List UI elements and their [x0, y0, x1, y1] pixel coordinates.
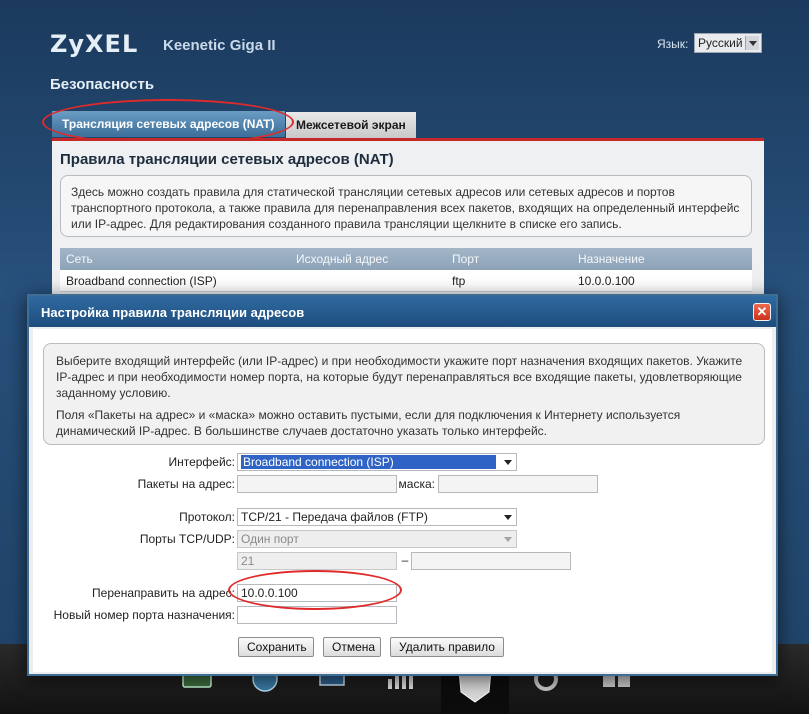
ports-label: Порты TCP/UDP: [139, 532, 235, 546]
interface-select[interactable]: Broadband connection (ISP) [237, 453, 517, 471]
chevron-down-icon [500, 531, 516, 547]
packets-label: Пакеты на адрес: [137, 477, 235, 491]
chevron-down-icon [500, 454, 516, 470]
cell-network: Broadband connection (ISP) [66, 274, 217, 288]
redirect-label: Перенаправить на адрес: [92, 586, 235, 600]
protocol-value: TCP/21 - Передача файлов (FTP) [241, 510, 428, 524]
save-button[interactable]: Сохранить [238, 637, 314, 657]
nat-panel-description: Здесь можно создать правила для статичес… [60, 175, 752, 237]
cell-destination: 10.0.0.100 [578, 274, 635, 288]
redirect-highlight [228, 570, 402, 610]
protocol-label: Протокол: [179, 510, 235, 524]
dialog-title: Настройка правила трансляции адресов [41, 305, 305, 320]
ports-select[interactable]: Один порт [237, 530, 517, 548]
zyxel-logo: ZyXEL [50, 30, 139, 58]
nat-rule-dialog: Настройка правила трансляции адресов ✕ В… [27, 294, 778, 676]
packets-address-input[interactable] [237, 475, 397, 493]
interface-value: Broadband connection (ISP) [241, 455, 496, 469]
mask-input[interactable] [438, 475, 598, 493]
info-paragraph-2: Поля «Пакеты на адрес» и «маска» можно о… [56, 408, 681, 438]
chevron-down-icon [500, 509, 516, 525]
ports-value: Один порт [241, 532, 299, 546]
dialog-body: Выберите входящий интерфейс (или IP-адре… [33, 329, 772, 672]
delete-rule-button[interactable]: Удалить правило [390, 637, 504, 657]
column-port: Порт [452, 252, 480, 266]
tab-firewall[interactable]: Межсетевой экран [286, 112, 416, 138]
close-icon[interactable]: ✕ [753, 303, 771, 321]
page-title: Безопасность [50, 76, 155, 93]
language-value: Русский [698, 36, 743, 50]
cell-port: ftp [452, 274, 466, 288]
mask-label: маска: [398, 477, 435, 491]
language-select[interactable]: Русский [694, 33, 762, 53]
port-range-dash: – [401, 553, 409, 567]
chevron-down-icon [745, 36, 759, 50]
column-source: Исходный адрес [296, 252, 389, 266]
nat-panel-title: Правила трансляции сетевых адресов (NAT) [60, 151, 394, 168]
dialog-info-box: Выберите входящий интерфейс (или IP-адре… [43, 343, 765, 445]
port-from-input[interactable]: 21 [237, 552, 397, 570]
info-paragraph-1: Выберите входящий интерфейс (или IP-адре… [56, 354, 743, 400]
protocol-select[interactable]: TCP/21 - Передача файлов (FTP) [237, 508, 517, 526]
cancel-button[interactable]: Отмена [323, 637, 381, 657]
column-network: Сеть [66, 252, 93, 266]
new-port-label: Новый номер порта назначения: [53, 608, 235, 622]
language-label: Язык: [657, 37, 689, 51]
table-row[interactable]: Broadband connection (ISP) ftp 10.0.0.10… [60, 270, 752, 292]
nat-table-header: Сеть Исходный адрес Порт Назначение [60, 248, 752, 270]
interface-label: Интерфейс: [168, 455, 235, 469]
port-to-input[interactable] [411, 552, 571, 570]
model-name: Keenetic Giga II [163, 37, 276, 54]
dialog-header: Настройка правила трансляции адресов ✕ [29, 296, 776, 327]
column-destination: Назначение [578, 252, 645, 266]
